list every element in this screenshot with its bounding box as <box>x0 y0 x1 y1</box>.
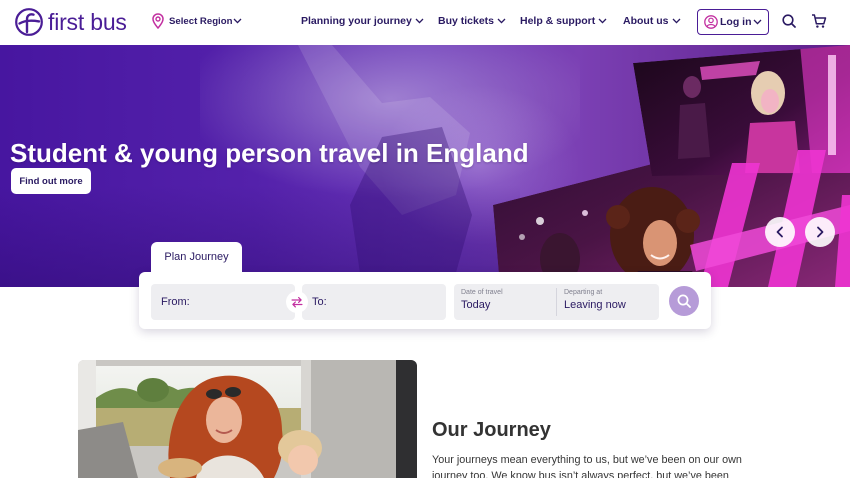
nav-item-help-support[interactable]: Help & support <box>520 14 607 28</box>
from-field[interactable]: From: <box>151 284 295 320</box>
stage-light <box>582 210 588 216</box>
search-handle <box>685 302 691 308</box>
find-out-more-button[interactable]: Find out more <box>11 168 91 194</box>
user-head <box>708 17 714 24</box>
stage-light <box>536 217 544 225</box>
sunglasses <box>225 387 241 397</box>
carousel-prev-button[interactable] <box>765 217 795 247</box>
date-time-selector: Date of travel Today Departing at Leavin… <box>454 284 659 320</box>
site-header: first bus Select Region Planning your jo… <box>0 0 850 45</box>
sunglasses <box>206 389 222 399</box>
chevron-path <box>776 226 783 238</box>
swap-locations-button[interactable] <box>286 291 308 313</box>
hair-curl <box>676 209 700 233</box>
date-label: Date of travel <box>461 289 503 296</box>
nav-item-buy-tickets[interactable]: Buy tickets <box>438 14 506 28</box>
nav-item-label: Help & support <box>520 15 596 27</box>
cart-icon[interactable] <box>811 13 827 29</box>
chevron-path <box>233 18 242 24</box>
stage-light <box>519 234 525 240</box>
journey-planner: From: To: Date of travel Today Departing… <box>139 272 711 329</box>
from-label: From: <box>161 296 190 308</box>
search-icon <box>677 294 691 308</box>
tree <box>137 378 169 402</box>
chevron-path <box>598 18 607 24</box>
date-value: Today <box>461 299 491 311</box>
background-person-body <box>678 103 710 159</box>
hair-curl <box>606 205 630 229</box>
child-hair <box>158 458 202 478</box>
logo-f-stem <box>25 13 35 34</box>
location-pin-icon <box>152 13 164 29</box>
logo-icon <box>15 8 43 36</box>
chevron-down-icon <box>497 18 506 24</box>
nav-item-label: About us <box>623 15 669 27</box>
chevron-left-icon <box>776 226 783 238</box>
chevron-down-icon <box>753 19 762 25</box>
departing-at-field[interactable]: Departing at Leaving now <box>557 284 659 320</box>
nav-item-planning-your-journey[interactable]: Planning your journey <box>301 14 424 28</box>
neon-tube <box>828 55 836 155</box>
region-label: Select Region <box>169 16 233 27</box>
user-icon <box>704 15 718 29</box>
dark-frame <box>396 360 417 478</box>
chevron-path <box>817 226 824 238</box>
chevron-down-icon <box>598 18 607 24</box>
chevron-path <box>753 19 762 25</box>
chevron-down-icon <box>672 18 680 24</box>
logo-swoosh <box>18 19 41 25</box>
carousel-next-button[interactable] <box>805 217 835 247</box>
chevron-down-icon <box>415 18 424 24</box>
woman-face <box>206 397 242 443</box>
departing-value: Leaving now <box>564 299 626 311</box>
child-face <box>288 445 318 475</box>
chevron-path <box>415 18 424 24</box>
cart-wheel <box>821 25 825 28</box>
nav-item-label: Planning your journey <box>301 15 412 27</box>
logo-link[interactable] <box>14 7 44 37</box>
nav-item-about-us[interactable]: About us <box>623 14 681 28</box>
search-handle <box>790 22 796 28</box>
logo-text[interactable]: first bus <box>48 8 127 36</box>
to-field[interactable]: To: <box>302 284 446 320</box>
chevron-down-icon <box>233 18 242 24</box>
cart-basket <box>812 14 827 25</box>
pin-dot <box>155 16 161 22</box>
user-shoulders <box>706 23 716 27</box>
our-journey-photo <box>78 360 417 478</box>
swap-arrow-left <box>292 301 303 308</box>
hero-title: Student & young person travel in England <box>10 138 529 168</box>
family-on-bus-image <box>78 360 417 478</box>
our-journey-title: Our Journey <box>432 419 551 441</box>
search-icon[interactable] <box>782 14 796 28</box>
to-label: To: <box>312 296 327 308</box>
login-button[interactable]: Log in <box>697 9 769 35</box>
chevron-right-icon <box>817 226 824 238</box>
search-journeys-button[interactable] <box>669 286 699 316</box>
nav-item-label: Buy tickets <box>438 15 495 27</box>
tab-plan-journey[interactable]: Plan Journey <box>151 242 242 272</box>
swap-icon <box>291 296 303 308</box>
date-of-travel-field[interactable]: Date of travel Today <box>454 284 556 320</box>
departing-label: Departing at <box>564 289 603 296</box>
swap-arrow-right <box>291 296 302 304</box>
our-journey-text-line: journey too. We know bus isn’t always pe… <box>432 470 729 478</box>
cart-wheel <box>816 25 819 28</box>
login-label: Log in <box>720 16 752 28</box>
hero-banner: Student & young person travel in England… <box>0 45 850 287</box>
our-journey-text-line: Your journeys mean everything to us, but… <box>432 454 742 466</box>
dancer-face <box>761 89 779 113</box>
background-person <box>683 76 701 98</box>
chevron-path <box>672 18 680 24</box>
chevron-path <box>497 18 506 24</box>
